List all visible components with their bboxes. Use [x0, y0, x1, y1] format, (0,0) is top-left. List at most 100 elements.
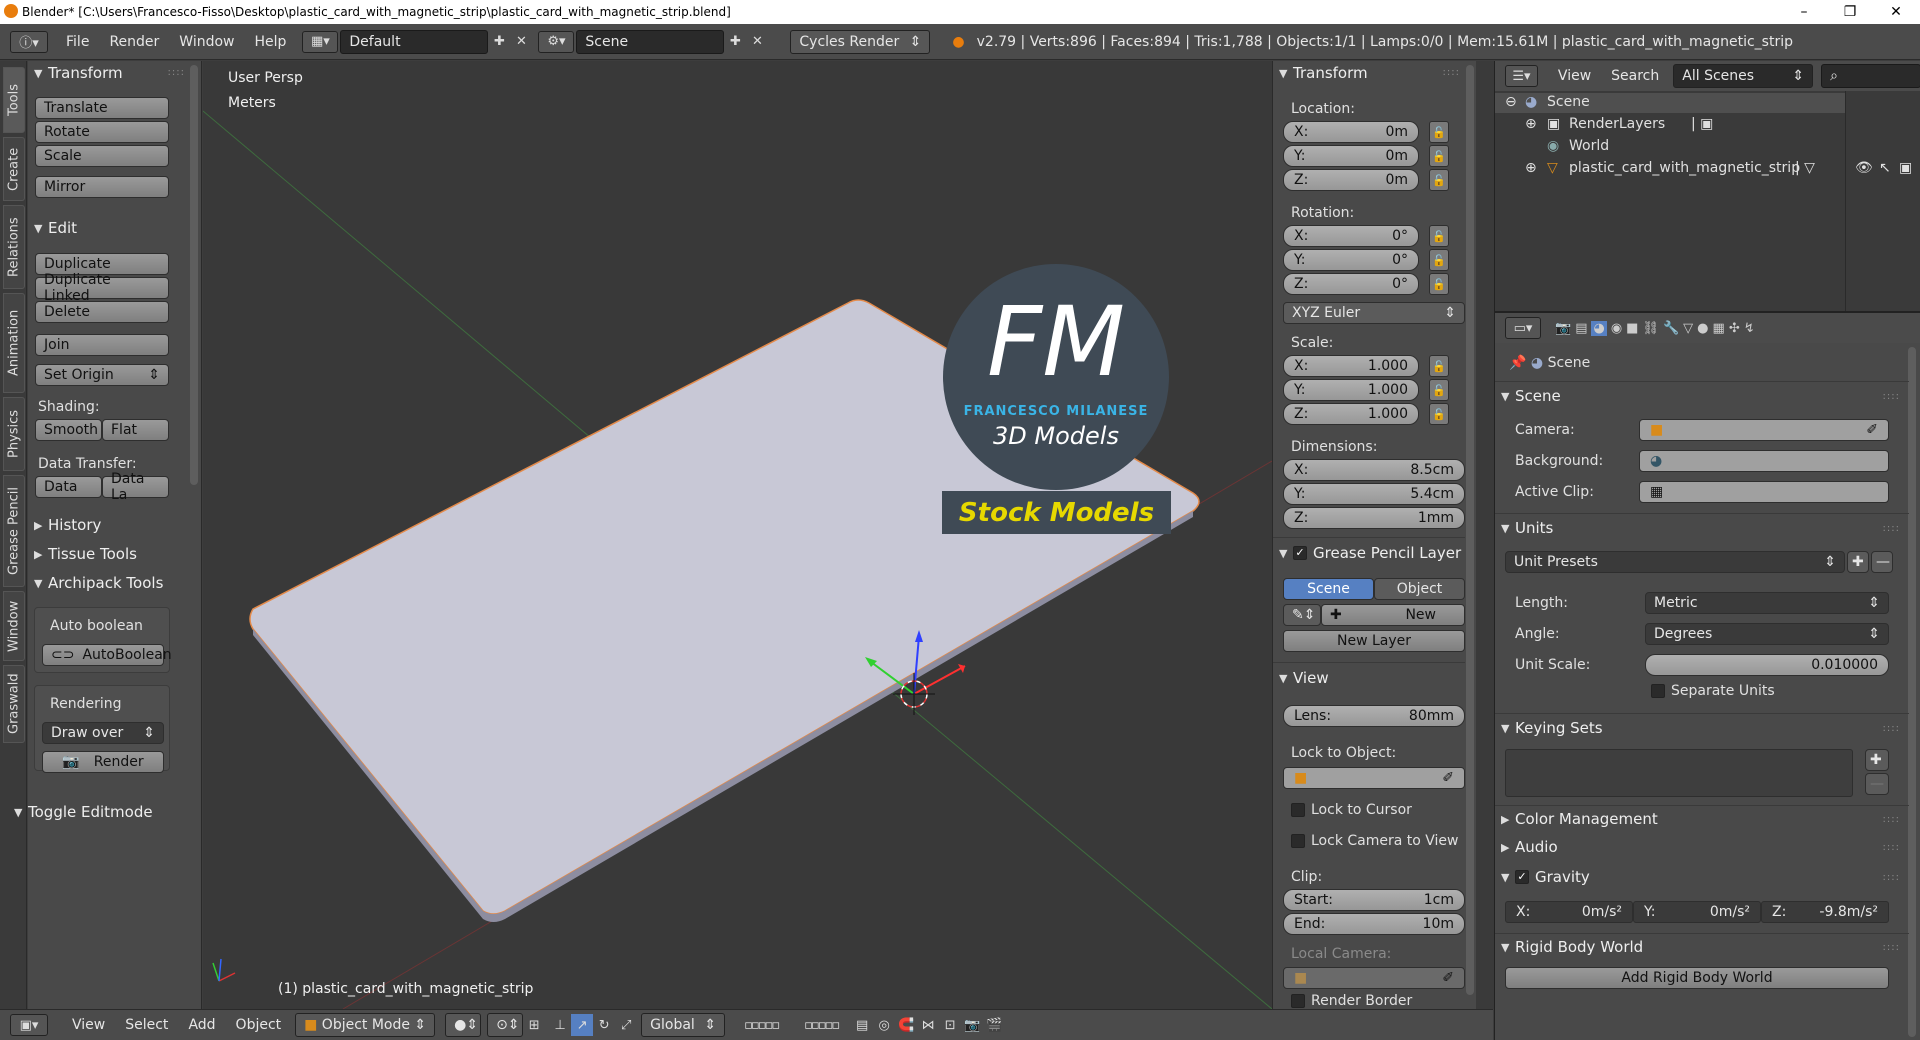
pivot-dropdown[interactable]: ⊙ ⇕ — [487, 1013, 524, 1037]
local-camera-field[interactable]: ■ ✐ — [1283, 967, 1465, 989]
units-panel-header[interactable]: ▼ Units — [1501, 517, 1553, 539]
mirror-button[interactable]: Mirror — [35, 176, 169, 198]
panel-grip-icon[interactable]: :::: — [1883, 523, 1900, 534]
viewport-select-menu[interactable]: Select — [115, 1017, 178, 1033]
menu-help[interactable]: Help — [244, 34, 296, 50]
snap-target-icon[interactable]: ⊡ — [939, 1014, 961, 1036]
expand-icon[interactable]: ⊕ — [1525, 160, 1537, 176]
outliner-row-scene[interactable]: ⊖ ◕ Scene — [1495, 93, 1845, 113]
panel-grip-icon[interactable]: :::: — [1883, 814, 1900, 825]
keying-sets-header[interactable]: ▼ Keying Sets — [1501, 717, 1603, 739]
proportional-edit-icon[interactable]: ◎ — [873, 1014, 895, 1036]
add-preset-icon[interactable]: ✚ — [1847, 551, 1869, 573]
lock-camera-checkbox[interactable] — [1291, 834, 1305, 848]
mode-dropdown[interactable]: ■ Object Mode ⇕ — [295, 1013, 436, 1037]
dimension-y-field[interactable]: Y: 5.4cm — [1283, 483, 1465, 505]
viewport-shading-dropdown[interactable]: ● ⇕ — [445, 1013, 482, 1037]
set-origin-dropdown[interactable]: Set Origin ⇕ — [35, 364, 169, 386]
layers-grid-b[interactable]: ▫▫▫▫▫ — [791, 1014, 851, 1036]
archipack-panel-header[interactable]: ▼ Archipack Tools — [34, 572, 163, 594]
delete-layout-icon[interactable]: ✕ — [510, 31, 532, 53]
background-field[interactable]: ◕ — [1639, 450, 1889, 472]
gravity-panel-header[interactable]: ▼ ✓ Gravity — [1501, 866, 1590, 888]
physics-tab-icon[interactable]: ↯ — [1744, 321, 1755, 336]
render-layers-tab-icon[interactable]: ▤ — [1575, 321, 1587, 336]
camera-field[interactable]: ■ ✐ — [1639, 419, 1889, 441]
tab-create[interactable]: Create — [3, 137, 25, 201]
rotation-z-field[interactable]: Z: 0° — [1283, 273, 1419, 295]
grease-pencil-layer-header[interactable]: ▼ ✓ Grease Pencil Layer — [1279, 542, 1467, 564]
gravity-x-field[interactable]: X: 0m/s² — [1505, 901, 1633, 923]
modifiers-tab-icon[interactable]: 🔧 — [1663, 321, 1679, 336]
remove-keying-set-icon[interactable]: — — [1865, 773, 1889, 795]
n-transform-header[interactable]: ▼ Transform — [1279, 62, 1368, 84]
lock-icon[interactable]: 🔓 — [1429, 121, 1449, 143]
properties-scrollbar[interactable] — [1908, 347, 1916, 1037]
outliner-row-object[interactable]: ⊕ ▽ plastic_card_with_magnetic_strip | ▽… — [1495, 159, 1920, 179]
camera-render-icon[interactable]: ▣ — [1899, 160, 1912, 176]
tab-window[interactable]: Window — [3, 591, 25, 661]
opengl-render-icon[interactable]: 📷 — [961, 1014, 983, 1036]
rotation-mode-dropdown[interactable]: XYZ Euler ⇕ — [1283, 302, 1465, 324]
add-scene-icon[interactable]: ✚ — [724, 31, 746, 53]
duplicate-linked-button[interactable]: Duplicate Linked — [35, 272, 169, 304]
keying-sets-list[interactable] — [1505, 749, 1853, 797]
add-layout-icon[interactable]: ✚ — [488, 31, 510, 53]
join-button[interactable]: Join — [35, 334, 169, 356]
layers-grid-a[interactable]: ▫▫▫▫▫ — [731, 1014, 791, 1036]
lock-icon[interactable]: 🔓 — [1429, 273, 1449, 295]
draw-over-dropdown[interactable]: Draw over ⇕ — [42, 722, 164, 744]
snap-element-icon[interactable]: ⋈ — [917, 1014, 939, 1036]
properties-editor-type-icon[interactable]: ▭▾ — [1505, 317, 1541, 339]
eyedropper-icon[interactable]: ✐ — [1866, 422, 1878, 438]
cursor-select-icon[interactable]: ↖ — [1879, 160, 1891, 176]
constraints-tab-icon[interactable]: ⛓ — [1642, 321, 1659, 336]
tab-physics[interactable]: Physics — [3, 397, 25, 471]
lock-icon[interactable]: 🔓 — [1429, 403, 1449, 425]
angle-dropdown[interactable]: Degrees ⇕ — [1645, 623, 1889, 645]
add-rigid-body-button[interactable]: Add Rigid Body World — [1505, 967, 1889, 989]
unit-scale-field[interactable]: 0.010000 — [1645, 654, 1889, 676]
menu-window[interactable]: Window — [169, 34, 244, 50]
clip-start-field[interactable]: Start: 1cm — [1283, 889, 1465, 911]
panel-grip-icon[interactable]: :::: — [1883, 942, 1900, 953]
history-panel-header[interactable]: ▶ History — [34, 514, 101, 536]
add-keying-set-icon[interactable]: ✚ — [1865, 749, 1889, 771]
outliner-row-world[interactable]: ◉ World — [1495, 137, 1920, 157]
texture-tab-icon[interactable]: ▦ — [1713, 321, 1725, 336]
grease-pencil-checkbox[interactable]: ✓ — [1293, 546, 1307, 560]
layer-lock-icon[interactable]: ▤ — [851, 1014, 873, 1036]
lock-icon[interactable]: 🔓 — [1429, 355, 1449, 377]
data-layout-button[interactable]: Data La — [102, 471, 169, 503]
tissue-panel-header[interactable]: ▶ Tissue Tools — [34, 543, 137, 565]
outliner-row-renderlayers[interactable]: ⊕ ▣ RenderLayers | ▣ — [1495, 115, 1920, 135]
close-button[interactable]: ✕ — [1873, 0, 1919, 24]
scene-tab-icon[interactable]: ◕ — [1591, 320, 1607, 336]
panel-grip-icon[interactable]: :::: — [1883, 723, 1900, 734]
render-border-row[interactable]: Render Border — [1291, 993, 1412, 1009]
lock-to-object-field[interactable]: ■ ✐ — [1283, 767, 1465, 789]
scene-icon[interactable]: ⚙▾ — [538, 30, 575, 53]
orientation-dropdown[interactable]: Global ⇕ — [641, 1013, 726, 1037]
manipulator-toggle-icon[interactable]: ⊞ — [523, 1014, 545, 1036]
pin-icon[interactable]: 📌 — [1509, 355, 1526, 371]
tab-relations[interactable]: Relations — [3, 205, 25, 289]
delete-scene-icon[interactable]: ✕ — [746, 31, 768, 53]
particles-tab-icon[interactable]: ✣ — [1729, 321, 1740, 336]
delete-button[interactable]: Delete — [35, 301, 169, 323]
location-y-field[interactable]: Y: 0m — [1283, 145, 1419, 167]
edit-panel-header[interactable]: ▼ Edit — [34, 217, 77, 239]
object-tab-icon[interactable]: ■ — [1626, 321, 1638, 336]
eye-icon[interactable]: 👁 — [1855, 160, 1873, 176]
panel-grip-icon[interactable]: :::: — [1883, 872, 1900, 883]
active-clip-field[interactable]: ▦ — [1639, 481, 1889, 503]
rotate-button[interactable]: Rotate — [35, 121, 169, 143]
toggle-editmode-header[interactable]: ▼ Toggle Editmode — [14, 801, 153, 823]
viewport-editor-type-icon[interactable]: ▣▾ — [10, 1014, 48, 1036]
translate-button[interactable]: Translate — [35, 97, 169, 119]
eyedropper-icon[interactable]: ✐ — [1442, 770, 1454, 786]
world-tab-icon[interactable]: ◉ — [1611, 321, 1622, 336]
separate-units-row[interactable]: Separate Units — [1651, 683, 1775, 699]
outliner-search-menu[interactable]: Search — [1601, 68, 1669, 84]
smooth-button[interactable]: Smooth — [35, 419, 102, 441]
